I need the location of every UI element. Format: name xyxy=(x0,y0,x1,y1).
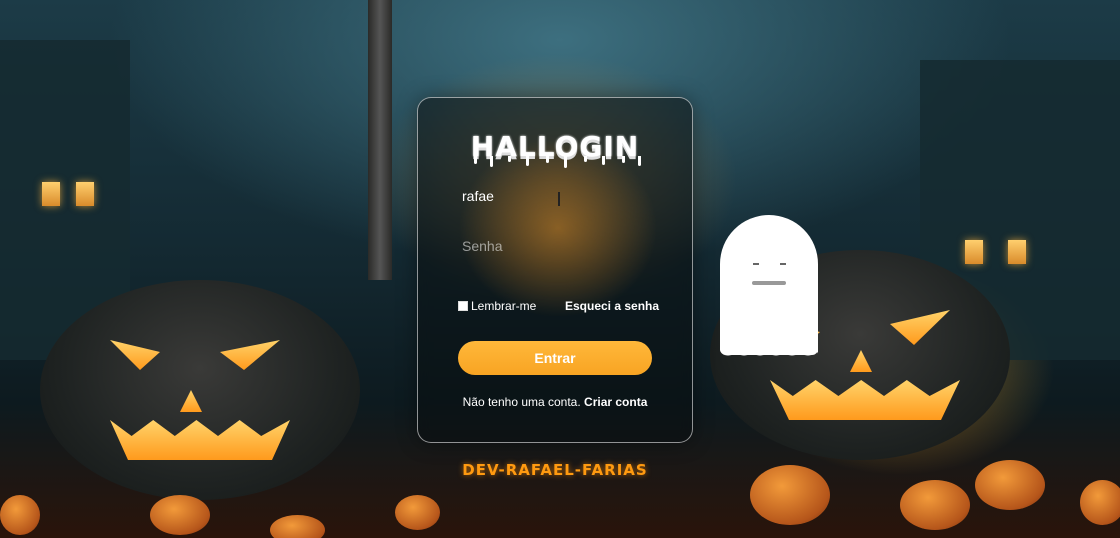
remember-label: Lembrar-me xyxy=(471,299,537,313)
jack-o-lantern-left xyxy=(40,280,360,500)
signup-prompt: Não tenho uma conta. Criar conta xyxy=(418,395,692,409)
remember-me[interactable]: Lembrar-me xyxy=(458,299,536,313)
small-pumpkin xyxy=(900,480,970,530)
house-window xyxy=(76,182,94,206)
small-pumpkin xyxy=(0,495,40,535)
create-account-link[interactable]: Criar conta xyxy=(584,395,647,409)
small-pumpkin xyxy=(395,495,440,530)
house-window xyxy=(1008,240,1026,264)
small-pumpkin xyxy=(150,495,210,535)
lamp-post xyxy=(368,0,392,280)
small-pumpkin xyxy=(270,515,325,538)
remember-checkbox[interactable] xyxy=(458,301,468,311)
house-window xyxy=(965,240,983,264)
developer-credit: DEV-RAFAEL-FARIAS xyxy=(462,461,648,479)
small-pumpkin xyxy=(1080,480,1120,525)
password-input[interactable] xyxy=(462,234,652,258)
username-input[interactable] xyxy=(462,184,652,208)
house-window xyxy=(42,182,60,206)
text-cursor-icon xyxy=(558,192,560,206)
title-drips xyxy=(468,156,644,168)
small-pumpkin xyxy=(750,465,830,525)
small-pumpkin xyxy=(975,460,1045,510)
ghost-icon xyxy=(720,215,818,363)
no-account-text: Não tenho uma conta. xyxy=(462,395,581,409)
login-card: HALLOGIN Lembrar-me Esqueci a senha Entr… xyxy=(417,97,693,443)
login-button[interactable]: Entrar xyxy=(458,341,652,375)
forgot-password-link[interactable]: Esqueci a senha xyxy=(565,299,659,313)
